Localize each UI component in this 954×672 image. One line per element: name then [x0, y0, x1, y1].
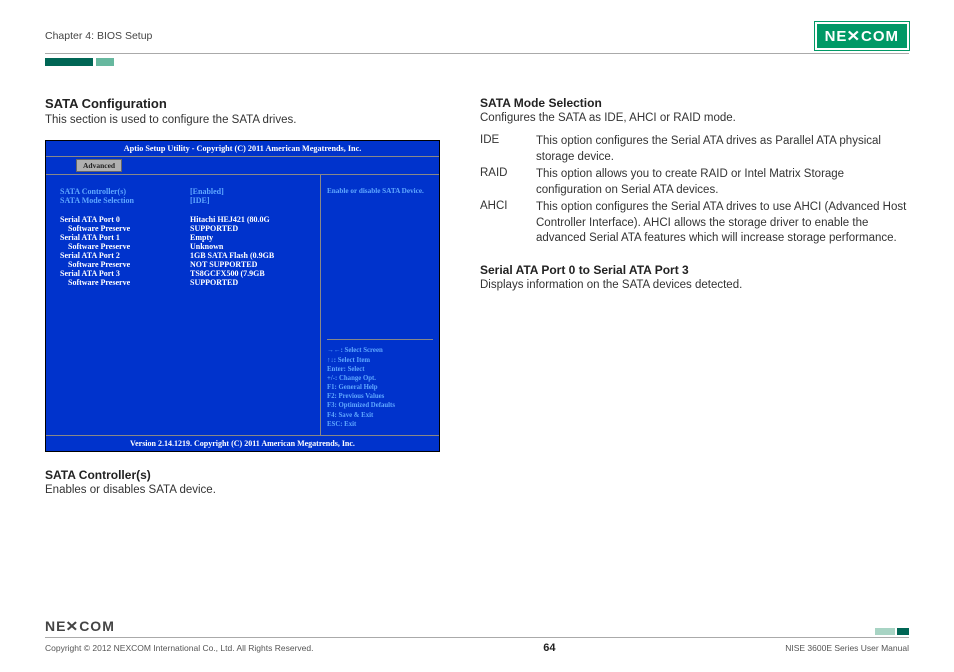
- bios-key-line: F1: General Help: [327, 383, 433, 392]
- sata-mode-desc: Configures the SATA as IDE, AHCI or RAID…: [480, 112, 909, 124]
- bios-key-line: +/-: Change Opt.: [327, 374, 433, 383]
- bios-key-line: F2: Previous Values: [327, 392, 433, 401]
- mode-row: IDEThis option configures the Serial ATA…: [480, 134, 909, 165]
- mode-key: IDE: [480, 134, 536, 165]
- sata-controllers-heading: SATA Controller(s): [45, 468, 440, 482]
- bios-port-row: Software PreserveUnknown: [60, 242, 310, 251]
- mode-key: RAID: [480, 167, 536, 198]
- mode-key: AHCI: [480, 200, 536, 247]
- bios-key-line: ↑↓: Select Item: [327, 356, 433, 365]
- bios-option-row: SATA Mode Selection[IDE]: [60, 196, 310, 205]
- bios-main-panel: SATA Controller(s)[Enabled]SATA Mode Sel…: [46, 175, 321, 435]
- bios-key-line: F3: Optimized Defaults: [327, 401, 433, 410]
- mode-val: This option configures the Serial ATA dr…: [536, 134, 909, 165]
- bios-port-row: Software PreserveSUPPORTED: [60, 278, 310, 287]
- mode-table: IDEThis option configures the Serial ATA…: [480, 134, 909, 247]
- bios-screenshot: Aptio Setup Utility - Copyright (C) 2011…: [45, 140, 440, 452]
- bios-port-row: Serial ATA Port 21GB SATA Flash (0.9GB: [60, 251, 310, 260]
- bios-port-row: Serial ATA Port 0Hitachi HEJ421 (80.0G: [60, 215, 310, 224]
- bios-key-line: Enter: Select: [327, 365, 433, 374]
- bios-help: Enable or disable SATA Device.: [327, 187, 433, 196]
- bios-key-line: →←: Select Screen: [327, 346, 433, 355]
- footer-logo: NE✕COM: [45, 618, 115, 635]
- mode-val: This option configures the Serial ATA dr…: [536, 200, 909, 247]
- bios-footer: Version 2.14.1219. Copyright (C) 2011 Am…: [46, 435, 439, 451]
- left-column: SATA Configuration This section is used …: [45, 96, 440, 496]
- sata-ports-heading: Serial ATA Port 0 to Serial ATA Port 3: [480, 263, 909, 277]
- bios-key-line: ESC: Exit: [327, 420, 433, 429]
- nexcom-logo: NE✕COM: [815, 22, 909, 50]
- section-desc: This section is used to configure the SA…: [45, 114, 440, 126]
- right-column: SATA Mode Selection Configures the SATA …: [480, 96, 909, 496]
- bios-tabs: Advanced: [46, 157, 439, 175]
- bios-port-row: Serial ATA Port 1Empty: [60, 233, 310, 242]
- sata-ports-desc: Displays information on the SATA devices…: [480, 279, 909, 291]
- footer-manual: NISE 3600E Series User Manual: [785, 643, 909, 653]
- footer-copyright: Copyright © 2012 NEXCOM International Co…: [45, 643, 313, 653]
- page-footer: NE✕COM Copyright © 2012 NEXCOM Internati…: [45, 618, 909, 654]
- bios-header: Aptio Setup Utility - Copyright (C) 2011…: [46, 141, 439, 157]
- bios-port-row: Software PreserveNOT SUPPORTED: [60, 260, 310, 269]
- mode-row: AHCIThis option configures the Serial AT…: [480, 200, 909, 247]
- mode-row: RAIDThis option allows you to create RAI…: [480, 167, 909, 198]
- bios-side-panel: Enable or disable SATA Device. →←: Selec…: [321, 175, 439, 435]
- bios-tab-advanced: Advanced: [76, 159, 122, 172]
- bios-option-row: SATA Controller(s)[Enabled]: [60, 187, 310, 196]
- sata-controllers-desc: Enables or disables SATA device.: [45, 484, 440, 496]
- section-title: SATA Configuration: [45, 96, 440, 111]
- bios-port-row: Serial ATA Port 3TS8GCFX500 (7.9GB: [60, 269, 310, 278]
- bios-port-row: Software PreserveSUPPORTED: [60, 224, 310, 233]
- mode-val: This option allows you to create RAID or…: [536, 167, 909, 198]
- bios-key-help: →←: Select Screen↑↓: Select ItemEnter: S…: [327, 339, 433, 429]
- footer-accent: [873, 628, 909, 635]
- header-accent: [45, 58, 909, 66]
- page-number: 64: [543, 642, 555, 654]
- bios-key-line: F4: Save & Exit: [327, 411, 433, 420]
- page-header: Chapter 4: BIOS Setup NE✕COM: [45, 22, 909, 54]
- chapter-label: Chapter 4: BIOS Setup: [45, 30, 152, 42]
- sata-mode-heading: SATA Mode Selection: [480, 96, 909, 110]
